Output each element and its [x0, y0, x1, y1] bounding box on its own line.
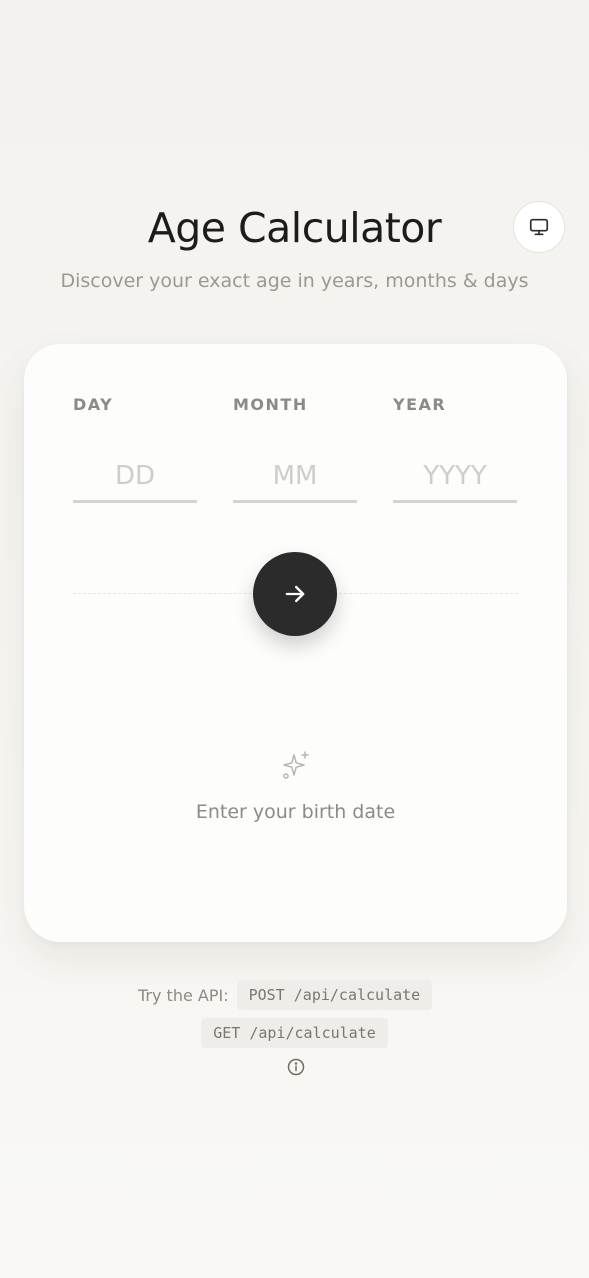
page: Age Calculator Discover your exact age i… — [0, 0, 589, 1278]
page-subtitle: Discover your exact age in years, months… — [60, 270, 529, 292]
day-label: DAY — [73, 395, 114, 414]
day-field: DAY — [73, 394, 197, 503]
calculate-button[interactable] — [253, 552, 337, 636]
month-field: MONTH — [233, 394, 357, 503]
day-input[interactable] — [73, 452, 197, 503]
result-message: Enter your birth date — [195, 801, 396, 823]
monitor-icon — [529, 218, 549, 236]
year-input[interactable] — [393, 452, 517, 503]
calculator-card: DAY MONTH YEAR Enter your birth date — [24, 344, 567, 942]
info-button[interactable] — [285, 1056, 307, 1078]
theme-toggle-button[interactable] — [513, 201, 565, 253]
api-post-endpoint[interactable]: POST /api/calculate — [236, 980, 433, 1010]
month-label: MONTH — [233, 395, 308, 414]
info-icon — [287, 1058, 305, 1076]
api-get-endpoint[interactable]: GET /api/calculate — [201, 1018, 388, 1048]
year-field: YEAR — [393, 394, 517, 503]
api-row: GET /api/calculate — [0, 1018, 589, 1048]
arrow-right-icon — [285, 585, 305, 603]
api-row: Try the API: POST /api/calculate — [138, 980, 433, 1010]
year-label: YEAR — [393, 395, 447, 414]
api-label: Try the API: — [138, 985, 229, 1005]
sparkle-icon — [282, 751, 309, 779]
month-input[interactable] — [233, 452, 357, 503]
page-title: Age Calculator — [147, 204, 442, 252]
result-area: Enter your birth date — [24, 749, 567, 825]
